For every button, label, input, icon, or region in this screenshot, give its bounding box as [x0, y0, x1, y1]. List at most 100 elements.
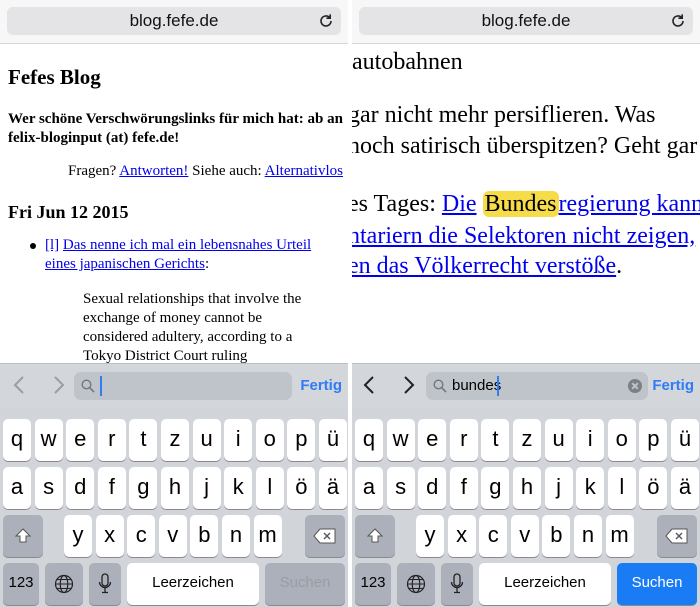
key-i[interactable]: i	[576, 419, 605, 461]
key-ö[interactable]: ö	[639, 467, 668, 509]
key-m[interactable]: m	[253, 515, 282, 557]
key-w[interactable]: w	[34, 419, 63, 461]
key-m[interactable]: m	[605, 515, 634, 557]
key-q[interactable]: q	[355, 419, 383, 461]
globe-key[interactable]	[397, 563, 435, 605]
key-g[interactable]: g	[481, 467, 510, 509]
key-v[interactable]: v	[158, 515, 187, 557]
key-u[interactable]: u	[544, 419, 573, 461]
key-ö[interactable]: ö	[287, 467, 316, 509]
search-key[interactable]: Suchen	[617, 563, 697, 605]
key-d[interactable]: d	[66, 467, 95, 509]
key-z[interactable]: z	[513, 419, 541, 461]
key-n[interactable]: n	[222, 515, 250, 557]
dictation-key[interactable]	[89, 563, 121, 605]
post-link[interactable]: Das nenne ich mal ein lebensnahes Urteil…	[45, 237, 311, 272]
forward-arrow-icon[interactable]	[396, 373, 420, 397]
key-x[interactable]: x	[95, 515, 124, 557]
key-ü[interactable]: ü	[319, 419, 347, 461]
shift-key[interactable]	[3, 515, 43, 557]
key-n[interactable]: n	[574, 515, 602, 557]
reload-icon[interactable]	[317, 12, 335, 30]
key-j[interactable]: j	[192, 467, 221, 509]
key-i[interactable]: i	[224, 419, 253, 461]
backspace-key[interactable]	[305, 515, 345, 557]
blog-tagline: Wer schöne Verschwörungslinks für mich h…	[8, 111, 343, 146]
key-p[interactable]: p	[287, 419, 316, 461]
forward-arrow-icon[interactable]	[46, 373, 70, 397]
key-l[interactable]: l	[607, 467, 636, 509]
address-bar[interactable]: blog.fefe.de	[7, 7, 341, 35]
search-key[interactable]: Suchen	[265, 563, 345, 605]
space-key[interactable]: Leerzeichen	[479, 563, 611, 605]
key-f[interactable]: f	[449, 467, 478, 509]
key-ä[interactable]: ä	[671, 467, 699, 509]
web-content: Fefes Blog Wer schöne Verschwörungslinks…	[0, 45, 348, 363]
key-c[interactable]: c	[479, 515, 508, 557]
key-t[interactable]: t	[129, 419, 158, 461]
numbers-key[interactable]: 123	[3, 563, 39, 605]
key-g[interactable]: g	[129, 467, 158, 509]
clear-icon[interactable]	[628, 379, 642, 393]
key-z[interactable]: z	[161, 419, 189, 461]
result-link-a[interactable]: Die	[442, 191, 477, 217]
key-v[interactable]: v	[510, 515, 539, 557]
find-input[interactable]: bundes	[426, 372, 648, 400]
key-w[interactable]: w	[386, 419, 415, 461]
key-r[interactable]: r	[97, 419, 126, 461]
result-link-b[interactable]: regierung kann	[559, 191, 700, 217]
key-ü[interactable]: ü	[671, 419, 699, 461]
key-k[interactable]: k	[224, 467, 253, 509]
key-a[interactable]: a	[355, 467, 383, 509]
key-r[interactable]: r	[449, 419, 478, 461]
result-link-d[interactable]: en das Völkerrecht verstöße	[352, 253, 616, 279]
key-b[interactable]: b	[190, 515, 219, 557]
antworten-link[interactable]: Antworten!	[119, 163, 188, 179]
alternativlos-link[interactable]: Alternativlos	[265, 163, 343, 179]
key-s[interactable]: s	[386, 467, 415, 509]
shift-key[interactable]	[355, 515, 395, 557]
result-link-c[interactable]: ntariern die Selektoren nicht zeigen,	[352, 223, 695, 249]
key-s[interactable]: s	[34, 467, 63, 509]
globe-key[interactable]	[45, 563, 83, 605]
key-e[interactable]: e	[418, 419, 447, 461]
reload-icon[interactable]	[669, 12, 687, 30]
blog-links-line: Fragen? Antworten! Siehe auch: Alternati…	[68, 163, 343, 180]
backspace-key[interactable]	[657, 515, 697, 557]
shift-icon	[366, 528, 384, 543]
key-a[interactable]: a	[3, 467, 31, 509]
find-input[interactable]	[74, 372, 292, 400]
key-t[interactable]: t	[481, 419, 510, 461]
key-d[interactable]: d	[418, 467, 447, 509]
key-o[interactable]: o	[255, 419, 284, 461]
key-q[interactable]: q	[3, 419, 31, 461]
key-b[interactable]: b	[542, 515, 571, 557]
keyboard: 123 Leerzeichen Suchen qwertzuiopü asdfgh…	[0, 407, 348, 607]
shift-icon	[14, 528, 32, 543]
key-c[interactable]: c	[127, 515, 156, 557]
permalink-link[interactable]: [l]	[45, 237, 59, 253]
key-h[interactable]: h	[513, 467, 541, 509]
key-o[interactable]: o	[607, 419, 636, 461]
numbers-key[interactable]: 123	[355, 563, 391, 605]
key-ä[interactable]: ä	[319, 467, 347, 509]
key-p[interactable]: p	[639, 419, 668, 461]
key-j[interactable]: j	[544, 467, 573, 509]
key-f[interactable]: f	[97, 467, 126, 509]
key-h[interactable]: h	[161, 467, 189, 509]
key-l[interactable]: l	[255, 467, 284, 509]
address-bar[interactable]: blog.fefe.de	[359, 7, 693, 35]
done-button[interactable]: Fertig	[652, 377, 694, 394]
key-x[interactable]: x	[447, 515, 476, 557]
back-arrow-icon[interactable]	[8, 373, 32, 397]
done-button[interactable]: Fertig	[300, 377, 342, 394]
key-u[interactable]: u	[192, 419, 221, 461]
key-k[interactable]: k	[576, 467, 605, 509]
back-arrow-icon[interactable]	[358, 373, 382, 397]
dictation-key[interactable]	[441, 563, 473, 605]
post-quote: Sexual relationships that involve the ex…	[83, 291, 302, 363]
key-e[interactable]: e	[66, 419, 95, 461]
key-y[interactable]: y	[416, 515, 444, 557]
space-key[interactable]: Leerzeichen	[127, 563, 259, 605]
key-y[interactable]: y	[64, 515, 92, 557]
